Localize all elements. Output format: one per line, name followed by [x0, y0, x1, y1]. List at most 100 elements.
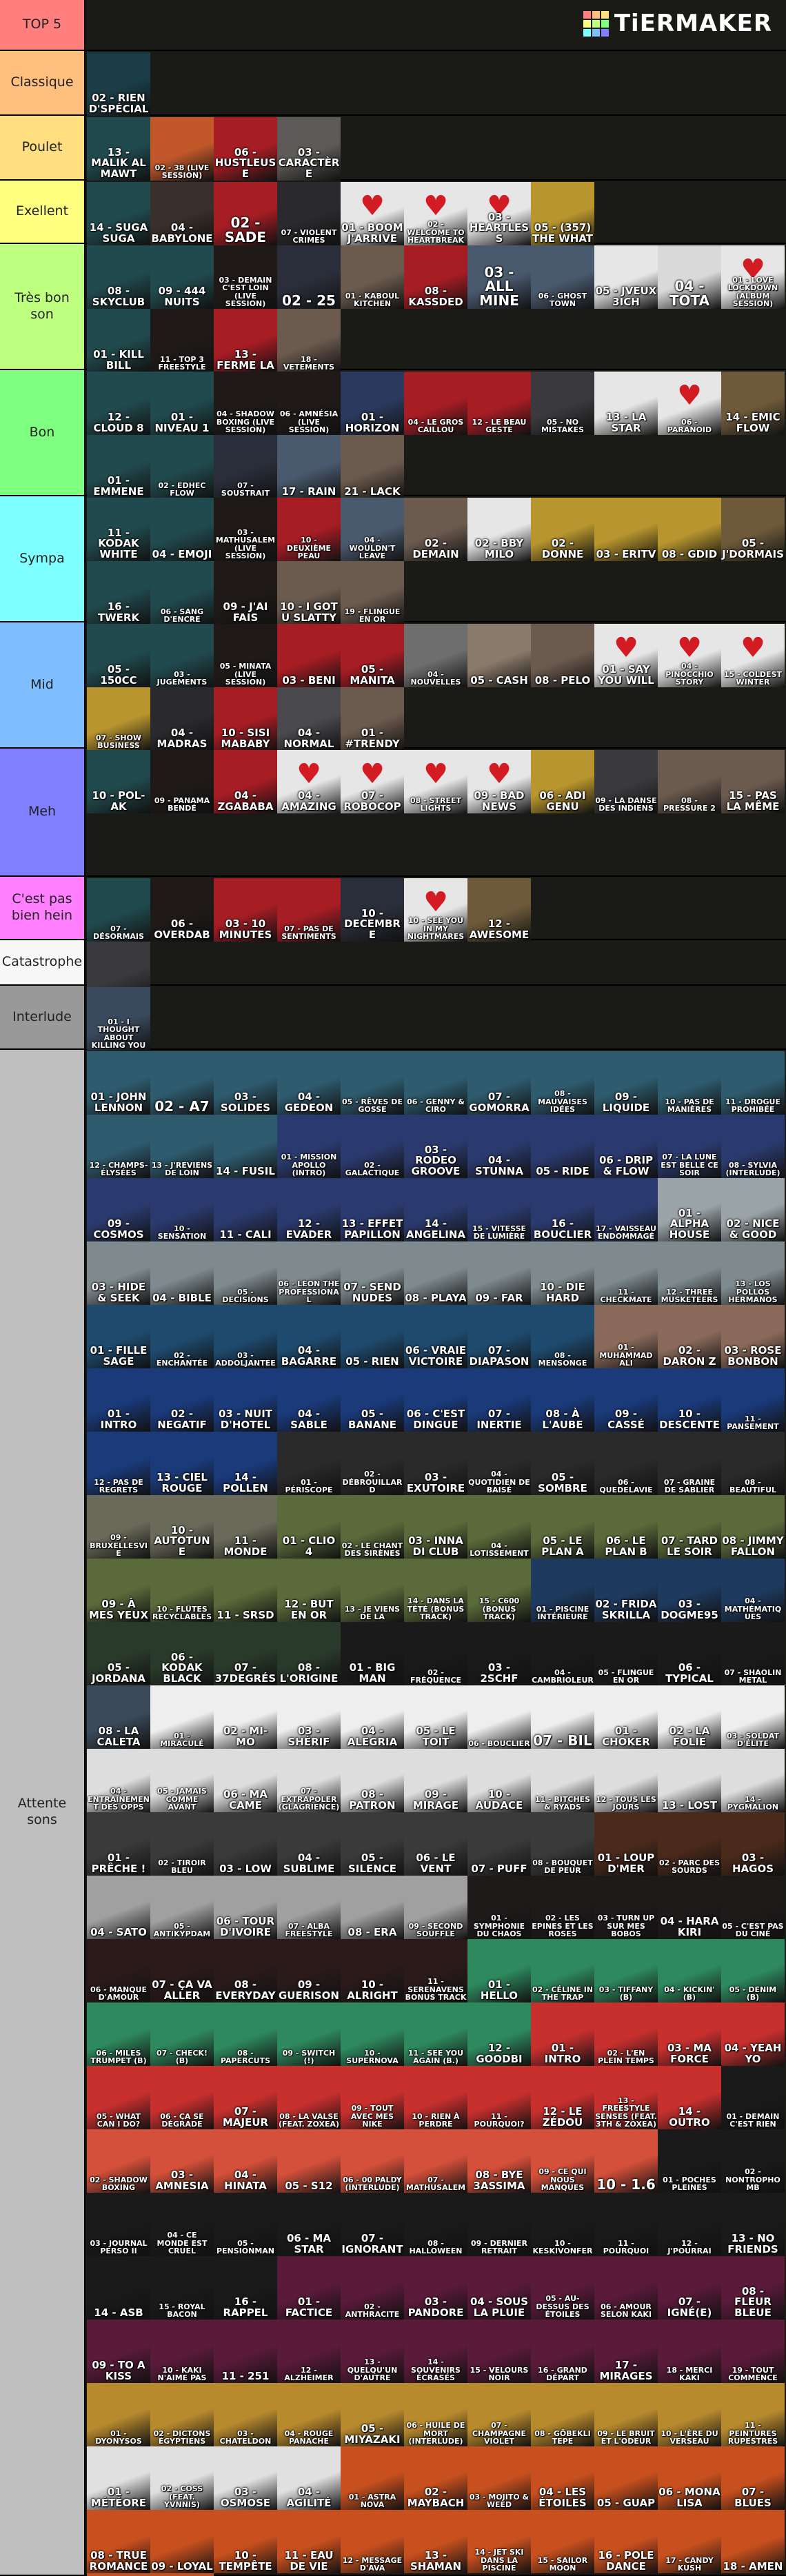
song-tile[interactable]: 02 - NICE & GOOD — [721, 1178, 785, 1241]
song-tile[interactable]: 16 - POLE DANCE — [594, 2510, 658, 2573]
song-tile[interactable]: 01 - CHOKER — [594, 1685, 658, 1749]
song-tile[interactable]: 07 - ÇA VA ALLER — [150, 1939, 214, 2002]
song-tile[interactable]: 05 - LE TOIT — [404, 1685, 467, 1749]
song-tile[interactable]: 06 - MANQUE D'AMOUR — [87, 1939, 150, 2002]
song-tile[interactable]: 04 - BIBLE — [150, 1241, 214, 1305]
song-tile[interactable]: 07 - LA LUNE EST BELLE CE SOIR — [658, 1115, 721, 1178]
song-tile[interactable]: 14 - POLLEN — [214, 1432, 277, 1495]
song-tile[interactable]: 03 - MOJITO & WEED — [467, 2446, 531, 2510]
song-tile[interactable]: 06 - C'EST DINGUE — [404, 1368, 467, 1432]
song-tile[interactable]: 05 - DENIM (B) — [721, 1939, 785, 2002]
song-tile[interactable]: 04 - SUBLIME — [277, 1812, 341, 1876]
song-tile[interactable]: 06 - LE VENT — [404, 1812, 467, 1876]
song-tile[interactable]: 01 - MÉTÉORE — [87, 2446, 150, 2510]
song-tile[interactable]: 07 - IGNORANT — [341, 2193, 404, 2256]
song-tile[interactable]: 02 - ENCHANTÉE — [150, 1305, 214, 1368]
song-tile[interactable]: 11 - CHECKMATE — [594, 1241, 658, 1305]
song-tile[interactable]: 03 - SHÉRIF — [277, 1685, 341, 1749]
song-tile[interactable]: 03 - SOLDAT D'ÉLITE — [721, 1685, 785, 1749]
song-tile[interactable]: 03 - INNA DI CLUB — [404, 1495, 467, 1559]
song-tile[interactable]: 04 - SABLE — [277, 1368, 341, 1432]
song-tile[interactable]: 04 - STUNNA — [467, 1115, 531, 1178]
song-tile[interactable]: 11 - TOP 3 FREESTYLE — [150, 309, 214, 372]
song-tile[interactable]: 11 - POURQUOI? — [467, 2066, 531, 2129]
song-tile[interactable]: ♥ 15 - COLDEST WINTER — [721, 624, 785, 687]
song-tile[interactable]: 01 - EMMENE — [87, 435, 150, 498]
tier-label[interactable]: Catastrophe — [0, 940, 85, 984]
song-tile[interactable]: 06 - MILES TRUMPET (B) — [87, 2002, 150, 2066]
song-tile[interactable]: 05 - MANITA — [341, 624, 404, 687]
song-tile[interactable]: 04 - HARA KIRI — [658, 1876, 721, 1939]
song-tile[interactable]: 03 - 2SCHF — [467, 1622, 531, 1685]
song-tile[interactable]: 03 - CARACTÈRE — [277, 117, 341, 181]
song-tile[interactable]: 15 - SAILOR MOON — [531, 2510, 594, 2573]
song-tile[interactable]: 13 - FERME LA — [214, 309, 277, 372]
song-tile[interactable]: 02 - 38 (LIVE SESSION) — [150, 117, 214, 181]
song-tile[interactable]: 10 - TEMPÊTE — [214, 2510, 277, 2573]
song-tile[interactable]: 02 - A7 — [150, 1051, 214, 1115]
song-tile[interactable]: 10 - AUTOTUNE — [150, 1495, 214, 1559]
song-tile[interactable]: 04 - SATO — [87, 1876, 150, 1939]
tier-label[interactable]: Interlude — [0, 986, 85, 1048]
song-tile[interactable]: 04 - BABYLONE — [150, 182, 214, 245]
song-tile[interactable]: 06 - GHOST TOWN — [531, 245, 594, 309]
song-tile[interactable]: 14 - PYGMALION — [721, 1749, 785, 1812]
song-tile[interactable]: 08 - L'ORIGINE — [277, 1622, 341, 1685]
song-tile[interactable]: 11 - POURQUOI — [594, 2193, 658, 2256]
song-tile[interactable]: 15 - ROYAL BACON — [150, 2256, 214, 2320]
song-tile[interactable]: 08 - GDID — [658, 498, 721, 561]
song-tile[interactable]: 10 - 1.6 — [594, 2129, 658, 2193]
song-tile[interactable]: 04 - BAGARRE — [277, 1305, 341, 1368]
song-tile[interactable]: 09 - CASSÉ — [594, 1368, 658, 1432]
song-tile[interactable]: 05 - DECISIONS — [214, 1241, 277, 1305]
song-tile[interactable]: ♥ 03 - HEARTLESS — [467, 182, 531, 245]
tier-label[interactable]: Poulet — [0, 116, 85, 179]
song-tile[interactable]: 07 - CHECK! (B) — [150, 2002, 214, 2066]
song-tile[interactable]: 17 - MIRAGES — [594, 2320, 658, 2383]
song-tile[interactable]: 14 - FUSIL — [214, 1115, 277, 1178]
song-tile[interactable]: 09 - LE BRUIT ET L'ODEUR — [594, 2383, 658, 2446]
song-tile[interactable]: 12 - PAS DE REGRETS — [87, 1432, 150, 1495]
song-tile[interactable]: 01 - ASTRA NOVA — [341, 2446, 404, 2510]
song-tile[interactable]: 07 - PAS DE SENTIMENTS — [277, 878, 341, 942]
song-tile[interactable]: 08 - PELO — [531, 624, 594, 687]
song-tile[interactable]: 01 - CLIO 4 — [277, 1495, 341, 1559]
song-tile[interactable]: 12 - AWESOME — [467, 878, 531, 942]
song-tile[interactable]: 04 - ZGABABA — [214, 750, 277, 813]
song-tile[interactable]: 09 - FAR — [467, 1241, 531, 1305]
song-tile[interactable]: 11 - MONDE — [214, 1495, 277, 1559]
song-tile[interactable]: 05 - BANANE — [341, 1368, 404, 1432]
song-tile[interactable]: 08 - ERA — [341, 1876, 404, 1939]
song-tile[interactable]: 12 - LE ZÉDOU — [531, 2066, 594, 2129]
song-tile[interactable]: 08 - BOUQUET DE PEUR — [531, 1812, 594, 1876]
song-tile[interactable]: 03 - TURN UP SUR MES BOBOS — [594, 1876, 658, 1939]
song-tile[interactable]: 05 - (357) THE WHAT — [531, 182, 594, 245]
song-tile[interactable]: 01 - SYMPHONIE DU CHAOS — [467, 1876, 531, 1939]
song-tile[interactable]: 19 - TOUT COMMENCE — [721, 2320, 785, 2383]
tier-label[interactable]: Mid — [0, 622, 85, 747]
song-tile[interactable]: 02 - GALACTIQUE — [341, 1115, 404, 1178]
song-tile[interactable]: 19 - FLINGUE EN OR — [341, 561, 404, 625]
song-tile[interactable]: 13 - LOS POLLOS HERMANOS — [721, 1241, 785, 1305]
song-tile[interactable]: 02 - TIROIR BLEU — [150, 1812, 214, 1876]
song-tile[interactable]: ♥ 10 - SEE YOU IN MY NIGHTMARES — [404, 878, 467, 942]
song-tile[interactable]: 02 - DARON Z — [658, 1305, 721, 1368]
song-tile[interactable]: 07 - PUFF — [467, 1812, 531, 1876]
song-tile[interactable]: 04 - LES ÉTOILES — [531, 2446, 594, 2510]
tier-label[interactable]: TOP 5 — [0, 0, 85, 50]
song-tile[interactable]: 17 - RAIN — [277, 435, 341, 498]
song-tile[interactable]: 08 - PATRON — [341, 1749, 404, 1812]
song-tile[interactable]: 04 - KICKIN' (B) — [658, 1939, 721, 2002]
song-tile[interactable]: 12 - J'POURRAI — [658, 2193, 721, 2256]
song-tile[interactable]: 15 - VITESSE DE LUMIÈRE — [467, 1178, 531, 1241]
song-tile[interactable]: 03 - AMNESIA — [150, 2129, 214, 2193]
song-tile[interactable]: 07 - DÉSORMAIS — [87, 878, 150, 942]
song-tile[interactable]: 01 - INTRO — [87, 1368, 150, 1432]
song-tile[interactable]: 05 - JORDANA — [87, 1622, 150, 1685]
song-tile[interactable]: 04 - HINATA — [214, 2129, 277, 2193]
song-tile[interactable]: 10 - KESKIVONFER — [531, 2193, 594, 2256]
song-tile[interactable]: 06 - LEON THE PROFESSIONAL — [277, 1241, 341, 1305]
song-tile[interactable]: 02 - LES EPINES ET LES ROSES — [531, 1876, 594, 1939]
song-tile[interactable]: 06 - HUILE DE MORT (INTERLUDE) — [404, 2383, 467, 2446]
song-tile[interactable]: 03 - DEMAIN C'EST LOIN (LIVE SESSION) — [214, 245, 277, 309]
